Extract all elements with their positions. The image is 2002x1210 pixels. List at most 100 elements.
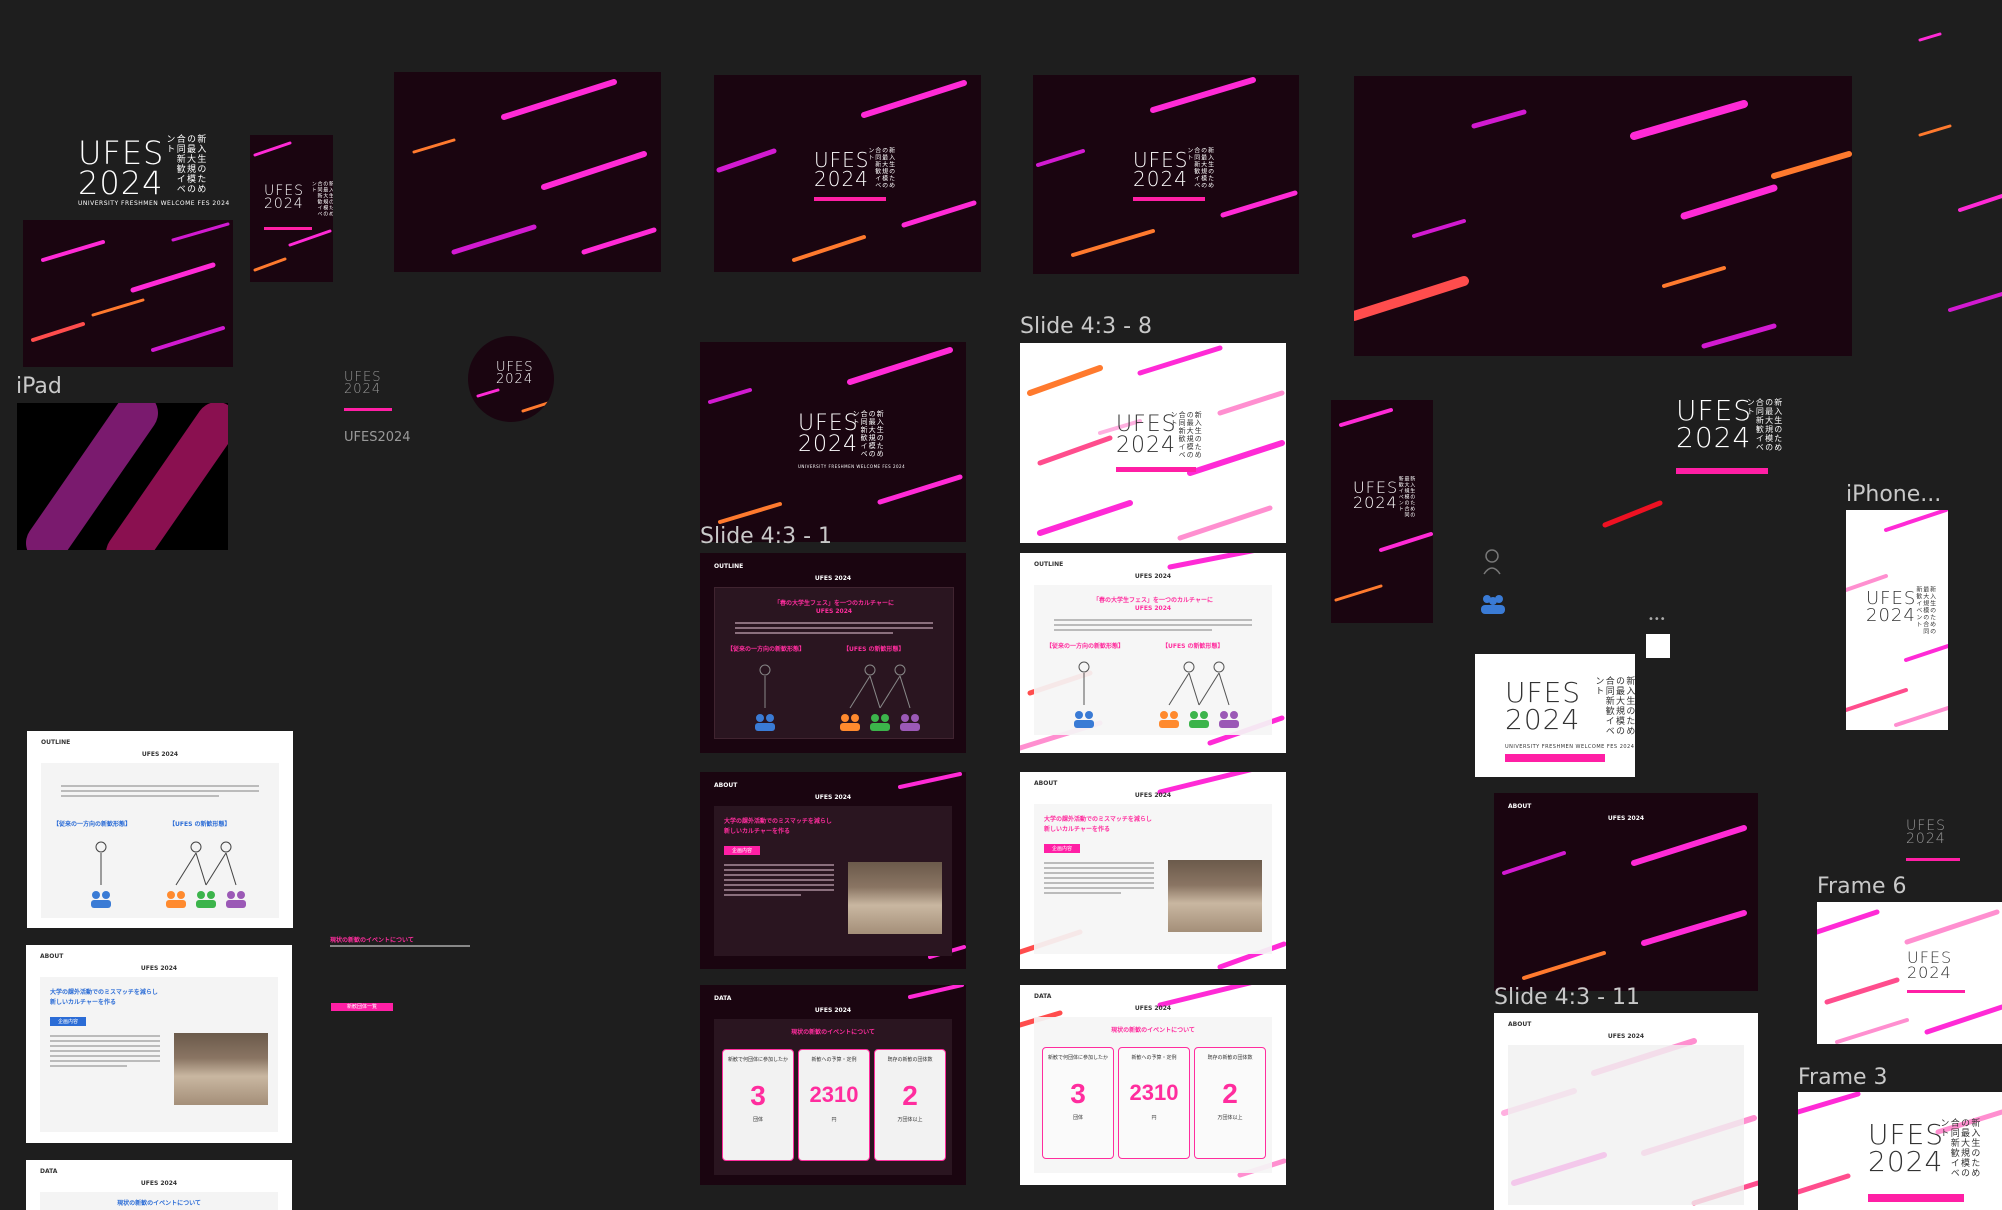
frame-label-iphone[interactable]: iPhone... [1846, 482, 1941, 507]
slide-tag: ABOUT [40, 953, 64, 960]
logo-small-right[interactable]: UFES 2024 [1906, 819, 1966, 870]
about-badge: 企画内容 [1044, 844, 1081, 853]
slide-light-data-left[interactable]: DATA UFES 2024 現状の新歓のイベントについて [26, 1160, 292, 1210]
pink-info-bar [814, 197, 886, 201]
stat-value: 2310 [809, 1082, 859, 1107]
frame-6[interactable]: UFES 2024 [1817, 902, 2002, 1044]
frame-phone-dark-1[interactable]: UFES 2024 新入生のための最大規模の合同新歓イベント [250, 135, 333, 282]
slide-dark-about[interactable]: ABOUT UFES 2024 大学の課外活動でのミスマッチを減らし 新しいカル… [700, 772, 966, 969]
paragraph [735, 622, 933, 637]
logo-text: UFES 2024 [78, 134, 165, 203]
frame-dark-small-1[interactable] [23, 220, 233, 367]
slide-header: UFES 2024 [1607, 815, 1645, 822]
stat-unit: 団体 [752, 1117, 763, 1123]
content-panel: 現状の新歓のイベントについて 新歓で何団体に参加したか 3 団体 新歓への予算・… [714, 1019, 952, 1175]
frame-label-ipad[interactable]: iPad [16, 374, 62, 399]
frame-label-frame6[interactable]: Frame 6 [1817, 874, 1907, 899]
logo-frame-topleft[interactable]: UFES 2024 新入生のための最大規模の合同新歓イベント UNIVERSITY… [22, 128, 232, 210]
stat-value: 3 [1070, 1078, 1086, 1109]
stat-card-2: 新歓への予算・定例 2310 円 [798, 1049, 870, 1161]
pink-info-bar [1906, 858, 1960, 861]
people-diagram [91, 841, 246, 908]
frame-dark-4[interactable]: UFES 2024 新入生のための最大規模の合同新歓イベント [1033, 75, 1299, 274]
logo-tagline: 新入生のための最大規模の合同新歓イベント [1938, 1118, 1980, 1178]
outline-left-label: 【従来の一方向の新歓形態】 [727, 646, 806, 653]
edge-streaks [1918, 32, 2002, 312]
outline-subhead: UFES 2024 [815, 608, 853, 615]
stat-value: 3 [750, 1080, 766, 1111]
content-panel: 大学の課外活動でのミスマッチを減らし 新しいカルチャーを作る 企画内容 [714, 806, 952, 956]
logo-text: UFES 2024 [814, 148, 870, 191]
slide-dark-about-2[interactable]: ABOUT UFES 2024 [1494, 793, 1758, 991]
logo-circle[interactable]: UFES 2024 [468, 336, 554, 422]
logo-inline: UFES2024 [344, 430, 411, 445]
slide-dark-data[interactable]: DATA UFES 2024 現状の新歓のイベントについて 新歓で何団体に参加し… [700, 985, 966, 1185]
outline-subhead: UFES 2024 [1134, 605, 1172, 612]
logo-small-group[interactable]: UFES 2024 UFES2024 [344, 371, 411, 452]
stat-card-1: 新歓で何団体に参加したか 3 団体 [1042, 1047, 1114, 1159]
frame-iphone[interactable]: UFES 2024 新入生のための最大規模の合同新歓イベント [1846, 510, 1948, 730]
stat-card-3: 既存の新歓の団体数 2 万団体以上 [874, 1049, 946, 1161]
red-streak [1602, 500, 1663, 528]
slide-light-about-2[interactable]: ABOUT UFES 2024 [1494, 1013, 1758, 1210]
frame-label-slide-1[interactable]: Slide 4:3 - 1 [700, 524, 832, 549]
white-square[interactable] [1646, 634, 1670, 658]
logo-frame-right[interactable]: UFES 2024 新入生のための最大規模の合同新歓イベント [1676, 397, 1783, 478]
side-heading[interactable]: 現状の新歓のイベントについて [330, 935, 414, 944]
slide-header: UFES 2024 [140, 965, 178, 972]
stat-value: 2310 [1129, 1080, 1179, 1105]
frame-ipad[interactable] [17, 403, 228, 550]
frame-dark-3[interactable]: UFES 2024 新入生のための最大規模の合同新歓イベント [714, 75, 981, 272]
stat-unit: 万団体以上 [897, 1117, 923, 1123]
slide-tag: DATA [40, 1168, 58, 1175]
outline-left-label: 【従来の一方向の新歓形態】 [53, 821, 132, 828]
frame-label-slide-11[interactable]: Slide 4:3 - 11 [1494, 985, 1640, 1010]
outline-left-label: 【従来の一方向の新歓形態】 [1046, 643, 1125, 650]
slide-header: UFES 2024 [814, 575, 852, 582]
slide-tag: ABOUT [714, 782, 738, 789]
slide-light-outline[interactable]: OUTLINE UFES 2024 「春の大学生フェス」を一つのカルチャーに U… [1020, 553, 1286, 753]
slide-light-about[interactable]: ABOUT UFES 2024 大学の課外活動でのミスマッチを減らし 新しいカル… [1020, 772, 1286, 969]
streak-decoration [31, 222, 230, 352]
slide-tag: ABOUT [1034, 780, 1058, 787]
streak-decoration [26, 403, 228, 550]
logo-subtitle: UNIVERSITY FRESHMEN WELCOME FES 2024 [798, 464, 906, 469]
logo-text: UFES 2024 [496, 360, 534, 388]
person-icon[interactable] [1480, 548, 1504, 576]
stat-unit: 団体 [1072, 1115, 1083, 1121]
ellipsis-icon[interactable]: ••• [1648, 615, 1666, 625]
slide-light-data[interactable]: DATA UFES 2024 現状の新歓のイベントについて 新歓で何団体に参加し… [1020, 985, 1286, 1185]
frame-dark-2[interactable] [394, 72, 661, 272]
logo-tagline: 新入生のための最大規模の合同新歓イベント [1185, 147, 1214, 189]
frame-label-frame3[interactable]: Frame 3 [1798, 1065, 1888, 1090]
slide-light-cover[interactable]: UFES 2024 新入生のための最大規模の合同新歓イベント [1020, 343, 1286, 543]
stat-unit: 円 [1151, 1115, 1157, 1121]
data-headline: 現状の新歓のイベントについて [117, 1200, 201, 1207]
slide-light-about-left[interactable]: ABOUT UFES 2024 大学の課外活動でのミスマッチを減らし 新しいカル… [26, 945, 292, 1143]
data-headline: 現状の新歓のイベントについて [1111, 1027, 1195, 1034]
content-panel: 「春の大学生フェス」を一つのカルチャーに UFES 2024 【従来の一方向の新… [1034, 585, 1272, 735]
group-icon[interactable] [1478, 592, 1508, 616]
logo-tagline: 新入生のための最大規模の合同新歓イベント [852, 410, 885, 458]
slide-dark-cover[interactable]: UFES 2024 新入生のための最大規模の合同新歓イベント UNIVERSITY… [700, 342, 966, 542]
side-button[interactable]: 新歓団体一覧 [331, 1003, 393, 1011]
stat-value: 2 [1222, 1078, 1238, 1109]
data-headline: 現状の新歓のイベントについて [791, 1029, 875, 1036]
frame-phone-dark-2[interactable]: UFES 2024 新入生のための最大規模の合同新歓イベント [1331, 400, 1433, 623]
logo-card-white[interactable]: UFES 2024 新入生のための最大規模の合同新歓イベント UNIVERSITY… [1475, 654, 1635, 777]
frame-label-slide-8[interactable]: Slide 4:3 - 8 [1020, 314, 1152, 339]
logo-tagline: 新入生のための最大規模の合同新歓イベント [1914, 586, 1936, 635]
logo-text: UFES 2024 [1116, 412, 1177, 458]
content-panel [1508, 1045, 1744, 1205]
frame-dark-wide[interactable] [1354, 76, 1852, 356]
stat-caption: 新歓で何団体に参加したか [727, 1057, 788, 1063]
slide-tag: DATA [714, 995, 732, 1002]
slide-header: UFES 2024 [814, 1007, 852, 1014]
frame-3[interactable]: UFES 2024 新入生のための最大規模の合同新歓イベント [1798, 1092, 2002, 1210]
slide-dark-outline[interactable]: OUTLINE UFES 2024 「春の大学生フェス」を一つのカルチャーに U… [700, 553, 966, 753]
content-panel: 現状の新歓のイベントについて 新歓で何団体に参加したか 3 団体 新歓への予算・… [1034, 1017, 1272, 1173]
pink-info-bar [264, 227, 312, 230]
logo-text: UFES 2024 [1907, 948, 1953, 983]
people-diagram [755, 664, 920, 731]
slide-light-outline-left[interactable]: OUTLINE UFES 2024 【従来の一方向の新歓形態】 【UFES の新… [27, 731, 293, 928]
